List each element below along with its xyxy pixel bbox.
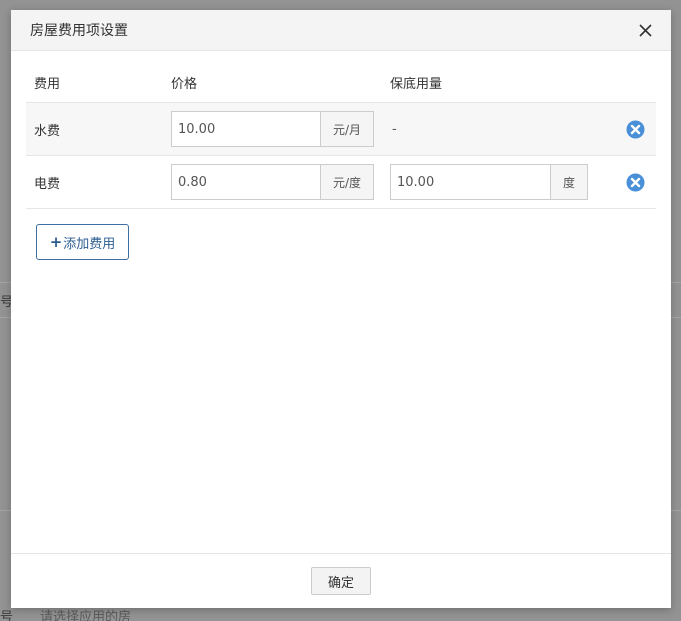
dialog-footer: 确定 xyxy=(11,553,671,608)
price-input-group: 元/月 xyxy=(171,111,374,147)
background-label: 号 xyxy=(0,610,14,621)
base-usage-empty: - xyxy=(392,121,397,137)
column-header-price: 价格 xyxy=(171,77,198,92)
column-header-fee: 费用 xyxy=(34,77,61,92)
confirm-button[interactable]: 确定 xyxy=(311,567,371,595)
close-icon xyxy=(638,23,652,37)
fee-name: 电费 xyxy=(34,176,61,192)
fee-name: 水费 xyxy=(34,123,61,139)
column-header-base-usage: 保底用量 xyxy=(390,77,443,92)
price-unit: 元/度 xyxy=(320,165,373,199)
delete-fee-button[interactable] xyxy=(610,120,656,139)
price-input[interactable] xyxy=(172,165,320,199)
dialog-title: 房屋费用项设置 xyxy=(30,23,128,39)
remove-circle-icon xyxy=(626,120,645,138)
price-unit: 元/月 xyxy=(320,112,373,146)
remove-circle-icon xyxy=(626,173,645,191)
price-input-group: 元/度 xyxy=(171,164,374,200)
price-input[interactable] xyxy=(172,112,320,146)
dialog-header: 房屋费用项设置 xyxy=(11,10,671,51)
background-room-select: 请选择应用的房 xyxy=(40,610,132,621)
table-header: 费用 价格 保底用量 xyxy=(26,73,656,103)
plus-icon: + xyxy=(49,232,63,251)
base-usage-input[interactable] xyxy=(391,165,550,199)
table-row: 水费 元/月 - xyxy=(26,103,656,156)
close-button[interactable] xyxy=(635,20,655,40)
add-fee-button[interactable]: + 添加费用 xyxy=(36,224,129,260)
fee-settings-dialog: 房屋费用项设置 费用 价格 保底用量 水费 元/月 xyxy=(11,10,671,608)
base-usage-input-group: 度 xyxy=(390,164,588,200)
delete-fee-button[interactable] xyxy=(610,173,656,192)
fee-table: 费用 价格 保底用量 水费 元/月 - xyxy=(26,73,656,209)
base-usage-unit: 度 xyxy=(550,165,587,199)
table-row: 电费 元/度 度 xyxy=(26,156,656,209)
dialog-body: 费用 价格 保底用量 水费 元/月 - xyxy=(11,51,671,553)
add-fee-label: 添加费用 xyxy=(63,236,116,252)
